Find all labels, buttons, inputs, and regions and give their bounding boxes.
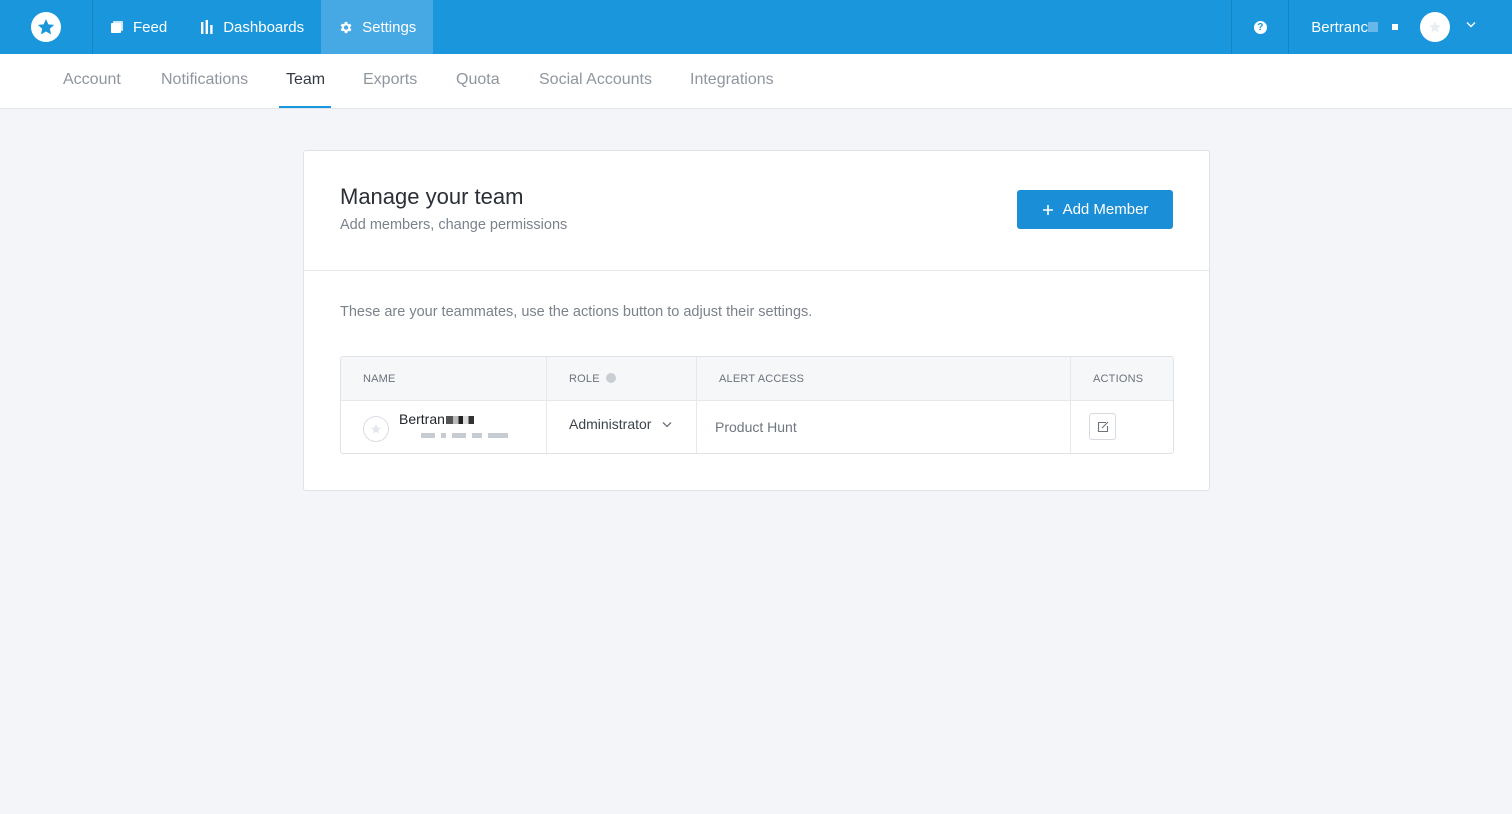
tab-exports[interactable]: Exports	[363, 54, 417, 108]
help-button[interactable]: ?	[1231, 0, 1290, 54]
tab-account[interactable]: Account	[63, 54, 121, 108]
info-icon[interactable]	[605, 373, 616, 384]
redacted-pixel	[445, 416, 474, 425]
redacted-pixel	[1392, 24, 1398, 30]
top-right-area: ? Bertranc	[1231, 0, 1512, 54]
col-name: NAME	[363, 373, 396, 385]
user-avatar[interactable]	[1420, 12, 1450, 42]
settings-subnav: Account Notifications Team Exports Quota…	[0, 54, 1512, 109]
nav-settings-label: Settings	[362, 18, 417, 36]
add-member-label: Add Member	[1062, 201, 1149, 218]
star-avatar-icon	[1429, 21, 1441, 33]
star-avatar-icon	[371, 424, 381, 434]
member-avatar	[363, 416, 389, 442]
col-actions: ACTIONS	[1093, 373, 1144, 385]
page-title: Manage your team	[340, 184, 524, 209]
user-name: Bertranc	[1311, 18, 1368, 36]
column-divider	[546, 357, 547, 453]
column-divider	[1070, 357, 1071, 453]
tab-integrations[interactable]: Integrations	[690, 54, 774, 108]
app-logo[interactable]	[0, 0, 93, 54]
bar-chart-icon	[201, 20, 213, 34]
nav-feed-label: Feed	[133, 18, 168, 36]
chevron-down-icon[interactable]	[662, 421, 672, 428]
table-header: NAME ROLE ALERT ACCESS ACTIONS	[341, 357, 1173, 401]
nav-dashboards-label: Dashboards	[223, 18, 305, 36]
alert-access-value: Product Hunt	[715, 419, 797, 435]
tab-quota[interactable]: Quota	[456, 54, 500, 108]
feed-icon	[111, 21, 123, 33]
add-member-button[interactable]: Add Member	[1017, 190, 1173, 229]
member-email-redacted	[421, 433, 508, 438]
redacted-pixel	[1368, 22, 1378, 32]
col-role: ROLE	[569, 357, 616, 401]
edit-member-button[interactable]	[1089, 413, 1116, 440]
top-navbar: Feed Dashboards Settings ? Bertranc	[0, 0, 1512, 54]
edit-icon	[1097, 421, 1108, 432]
nav-feed[interactable]: Feed	[93, 0, 184, 54]
chevron-down-icon[interactable]	[1466, 21, 1476, 28]
team-description: These are your teammates, use the action…	[340, 304, 813, 320]
page-subtitle: Add members, change permissions	[340, 217, 568, 233]
gear-icon	[340, 21, 352, 33]
user-menu[interactable]: Bertranc	[1289, 0, 1512, 54]
member-name: Bertran	[399, 411, 474, 427]
column-divider	[696, 357, 697, 453]
col-role-label: ROLE	[569, 373, 600, 385]
star-logo-icon	[30, 12, 61, 42]
plus-icon	[1042, 204, 1053, 215]
role-select[interactable]: Administrator	[569, 416, 651, 432]
team-table: NAME ROLE ALERT ACCESS ACTIONS Bertran A…	[340, 356, 1174, 454]
nav-dashboards[interactable]: Dashboards	[184, 0, 321, 54]
col-alert-access: ALERT ACCESS	[719, 373, 805, 385]
question-icon: ?	[1253, 20, 1267, 34]
tab-notifications[interactable]: Notifications	[161, 54, 248, 108]
team-card-header: Manage your team Add members, change per…	[304, 151, 1209, 271]
nav-settings[interactable]: Settings	[321, 0, 434, 54]
team-card: Manage your team Add members, change per…	[303, 150, 1210, 491]
tab-team[interactable]: Team	[279, 54, 331, 108]
tab-social-accounts[interactable]: Social Accounts	[539, 54, 652, 108]
member-name-text: Bertran	[399, 411, 445, 427]
